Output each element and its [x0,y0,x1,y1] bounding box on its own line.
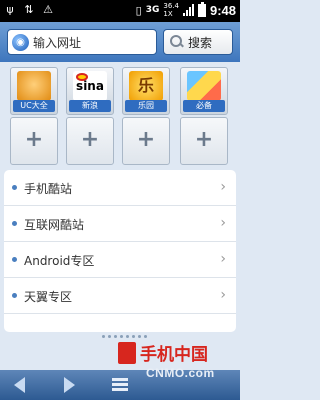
list-item-android[interactable]: Android专区 › [4,242,236,278]
tile-label: 新浪 [69,100,111,112]
list-item-label: 手机酷站 [24,182,73,196]
cnmo-watermark: 手机中国 CNMO.com [118,336,236,398]
url-placeholder: 输入网址 [33,35,82,50]
bullet-icon [12,221,17,226]
sina-eye-icon [76,73,88,81]
search-icon [169,34,185,50]
chevron-right-icon: › [220,215,226,231]
tile-label: UC大全 [13,100,55,112]
status-left: ψ ⇅ ⚠ [4,3,54,17]
quick-access-grid: UC大全 sina 新浪 乐 乐园 必备 + + + + [0,62,240,170]
clock: 9:48 [209,2,236,18]
forward-arrow-icon[interactable] [64,377,75,393]
network-mini: 36.4 1X [163,2,179,18]
bullet-icon [12,293,17,298]
tile-uc-daquan[interactable]: UC大全 [10,67,58,115]
tile-label: 必备 [183,100,225,112]
chevron-right-icon: › [220,287,226,303]
battery-icon [197,1,206,17]
tile-sina[interactable]: sina 新浪 [66,67,114,115]
search-button[interactable]: 搜索 [163,29,233,55]
sina-icon: sina [73,71,107,101]
list-item-label: Android专区 [24,254,95,268]
plus-icon: + [80,127,100,152]
back-arrow-icon[interactable] [14,377,25,393]
status-right: ▯ 3G 36.4 1X 9:48 [135,1,236,18]
list-item-label: 互联网酷站 [24,218,85,232]
watermark-title: 手机中国 [140,345,208,365]
usb-debug-icon: ⚠ [43,3,53,16]
signal-icon [182,4,194,16]
list-item-mobile-sites[interactable]: 手机酷站 › [4,170,236,206]
add-tile-button[interactable]: + [180,117,228,165]
list-item-label: 天翼专区 [24,290,73,304]
bibei-icon [187,71,221,101]
cnmo-logo-icon [118,342,136,364]
sync-icon: ⇅ [24,3,34,16]
add-tile-button[interactable]: + [10,117,58,165]
bullet-icon [12,257,17,262]
vibrate-icon: ▯ [135,3,142,17]
sina-icon-text: sina [76,79,104,93]
search-label: 搜索 [188,35,213,50]
globe-icon: ◉ [12,33,29,51]
category-list: 手机酷站 › 互联网酷站 › Android专区 › 天翼专区 › [4,170,236,332]
usb-icon: ψ [6,3,14,16]
leyuan-icon-text: 乐 [137,76,154,95]
list-item-internet-sites[interactable]: 互联网酷站 › [4,206,236,242]
plus-icon: + [24,127,44,152]
chevron-right-icon: › [220,251,226,267]
tile-label: 乐园 [125,100,167,112]
plus-icon: + [136,127,156,152]
chevron-right-icon: › [220,179,226,195]
add-tile-button[interactable]: + [66,117,114,165]
url-input[interactable]: ◉ 输入网址 [7,29,157,55]
add-tile-button[interactable]: + [122,117,170,165]
browser-toolbar: ◉ 输入网址 搜索 [0,22,240,62]
uc-squirrel-icon [17,71,51,101]
bullet-icon [12,185,17,190]
list-item-tianyi[interactable]: 天翼专区 › [4,278,236,314]
plus-icon: + [194,127,214,152]
leyuan-icon: 乐 [129,71,163,101]
tile-bibei[interactable]: 必备 [180,67,228,115]
watermark-subtitle: CNMO.com [146,366,215,380]
tile-leyuan[interactable]: 乐 乐园 [122,67,170,115]
status-bar: ψ ⇅ ⚠ ▯ 3G 36.4 1X 9:48 [0,0,240,22]
network-type: 3G [145,5,160,15]
